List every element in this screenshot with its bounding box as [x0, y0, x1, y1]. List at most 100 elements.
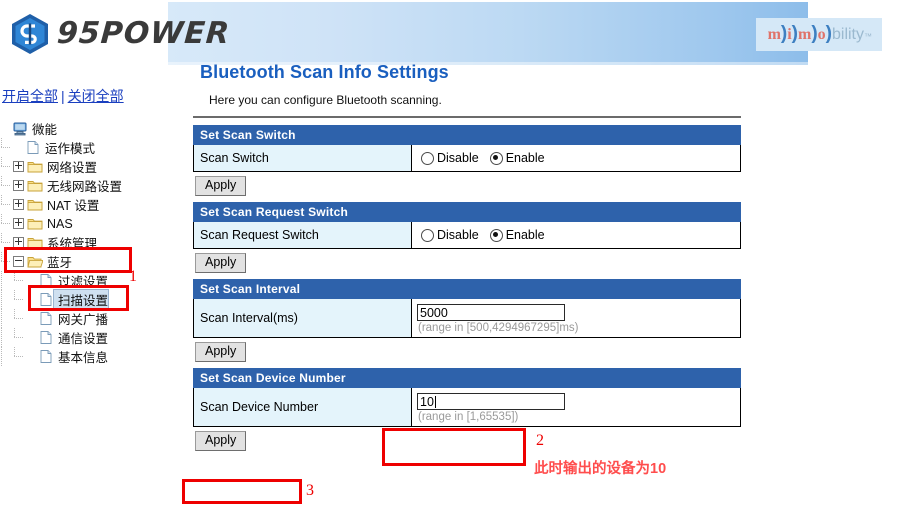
sidebar-item-扫描设置[interactable]: 扫描设置 [0, 289, 185, 310]
expand-node-icon[interactable] [13, 237, 24, 248]
setting-label: Scan Interval(ms) [194, 299, 412, 337]
sidebar-item-网关广播[interactable]: 网关广播 [0, 309, 185, 328]
mimobility-m1: m [767, 26, 781, 43]
section-heading: Set Scan Device Number [193, 368, 741, 388]
sidebar-item-NAS[interactable]: NAS [0, 214, 185, 233]
expand-node-icon[interactable] [13, 218, 24, 229]
page-description: Here you can configure Bluetooth scannin… [209, 93, 442, 107]
sidebar-item-基本信息[interactable]: 基本信息 [0, 347, 185, 366]
settings-block: Set Scan Switch Scan Switch Disable Enable A… [193, 125, 741, 196]
page-icon [40, 312, 52, 325]
text-input-value: 10 [420, 394, 434, 409]
settings-block: Set Scan Device Number Scan Device Number… [193, 368, 741, 451]
radio-button-icon[interactable] [489, 151, 503, 165]
tree-guide-branch [0, 176, 13, 195]
radio-option-disable[interactable]: Disable [421, 228, 479, 242]
settings-row: Scan Interval(ms) 5000 (range in [500,4294… [193, 299, 741, 338]
tree-guide-branch [0, 138, 13, 157]
header-gradient-banner [168, 2, 808, 65]
sidebar-item-通信设置[interactable]: 通信设置 [0, 328, 185, 347]
settings-sections: Set Scan Switch Scan Switch Disable Enable A… [193, 125, 753, 451]
radio-option-disable[interactable]: Disable [421, 151, 479, 165]
text-input-value: 5000 [420, 305, 448, 320]
expand-node-icon[interactable] [13, 199, 24, 210]
apply-button[interactable]: Apply [195, 342, 247, 362]
collapse-all-link[interactable]: 关闭全部 [68, 88, 124, 104]
radio-button-icon[interactable] [421, 151, 434, 165]
sidebar-item-系统管理[interactable]: 系统管理 [0, 233, 185, 252]
tree-guide-branch [0, 195, 13, 214]
setting-label: Scan Device Number [194, 388, 412, 426]
folder-icon [27, 181, 43, 192]
sidebar-item-运作模式[interactable]: 运作模式 [0, 138, 185, 157]
tree-guide-branch [0, 157, 13, 176]
tree-guide-branch [13, 347, 26, 366]
apply-button[interactable]: Apply [195, 431, 247, 451]
settings-row: Scan Request Switch Disable Enable [193, 222, 741, 249]
radio-button-icon[interactable] [489, 228, 503, 242]
mimobility-o: o [817, 26, 826, 43]
annotation-note-chinese: 此时输出的设备为10 [534, 461, 667, 477]
annotation-number-3: 3 [306, 482, 314, 499]
radio-option-enable[interactable]: Enable [489, 228, 545, 242]
text-input-field[interactable]: 5000 [417, 304, 565, 321]
setting-control-cell: 5000 (range in [500,4294967295]ms) [412, 299, 740, 337]
expand-all-link[interactable]: 开启全部 [2, 88, 58, 104]
setting-control-cell: Disable Enable [412, 222, 740, 248]
radio-button-icon[interactable] [421, 228, 434, 242]
tree-guide-branch [0, 233, 13, 252]
tree-guide-branch [13, 328, 26, 347]
apply-button[interactable]: Apply [195, 253, 247, 273]
sidebar-item-网络设置[interactable]: 网络设置 [0, 157, 185, 176]
annotation-number-1: 1 [129, 268, 137, 285]
tree-guide-branch [13, 271, 26, 290]
sidebar-item-蓝牙[interactable]: 蓝牙 [0, 252, 185, 271]
radio-option-enable[interactable]: Enable [489, 151, 545, 165]
tree-guide-line [0, 309, 13, 328]
sidebar-item-label: 过滤设置 [58, 275, 109, 289]
collapse-node-icon[interactable] [13, 256, 24, 267]
expand-node-icon[interactable] [13, 161, 24, 172]
page-icon [27, 141, 39, 154]
page-icon [40, 350, 52, 363]
sidebar-item-label: 网关广播 [58, 313, 109, 327]
section-heading: Set Scan Interval [193, 279, 741, 299]
setting-label: Scan Request Switch [194, 222, 412, 248]
folder-icon [27, 200, 43, 211]
sidebar-item-无线网路设置[interactable]: 无线网路设置 [0, 176, 185, 195]
input-range-hint: (range in [500,4294967295]ms) [418, 322, 579, 334]
expand-node-icon[interactable] [13, 180, 24, 191]
radio-option-label: Disable [437, 228, 479, 242]
tree-guide-line [0, 347, 13, 366]
radio-option-label: Disable [437, 151, 479, 165]
brand-logo-left: 95POWER [8, 12, 231, 56]
mimobility-tail: bility [831, 26, 864, 43]
settings-block: Set Scan Request Switch Scan Request Swit… [193, 202, 741, 273]
tree-toggle-links: 开启全部 | 关闭全部 [0, 86, 185, 106]
sidebar-item-label: 基本信息 [58, 351, 109, 365]
sidebar-item-过滤设置[interactable]: 过滤设置 [0, 271, 185, 290]
setting-label: Scan Switch [194, 145, 412, 171]
computer-icon [13, 122, 27, 136]
tree-guide-line [0, 328, 13, 347]
page-header: 95POWER m) i) m) o) bility ™ [0, 0, 915, 68]
page-icon [40, 293, 52, 306]
annotation-box-apply-button [182, 479, 302, 504]
sidebar-item-NAT 设置[interactable]: NAT 设置 [0, 195, 185, 214]
sidebar-item-label: NAT 设置 [47, 199, 100, 213]
text-input-field[interactable]: 10 [417, 393, 565, 410]
sidebar-item-label: 系统管理 [47, 237, 98, 251]
annotation-number-2: 2 [536, 432, 544, 449]
folder-open-icon [27, 257, 43, 268]
folder-icon [27, 219, 43, 230]
page-icon [40, 274, 52, 287]
sidebar-item-label: NAS [47, 216, 73, 231]
page-title: Bluetooth Scan Info Settings [200, 62, 449, 82]
sidebar-item-label: 运作模式 [45, 142, 96, 156]
navigation-tree: 微能运作模式 网络设置 无线网路设置 NAT 设置 NAS 系统管理 蓝牙过滤设置 扫描设置网… [0, 119, 185, 366]
page-icon [40, 331, 52, 344]
radio-option-label: Enable [505, 151, 545, 165]
sidebar-item-root[interactable]: 微能 [0, 119, 185, 138]
apply-button[interactable]: Apply [195, 176, 247, 196]
setting-control-cell: 10 (range in [1,65535]) [412, 388, 740, 426]
